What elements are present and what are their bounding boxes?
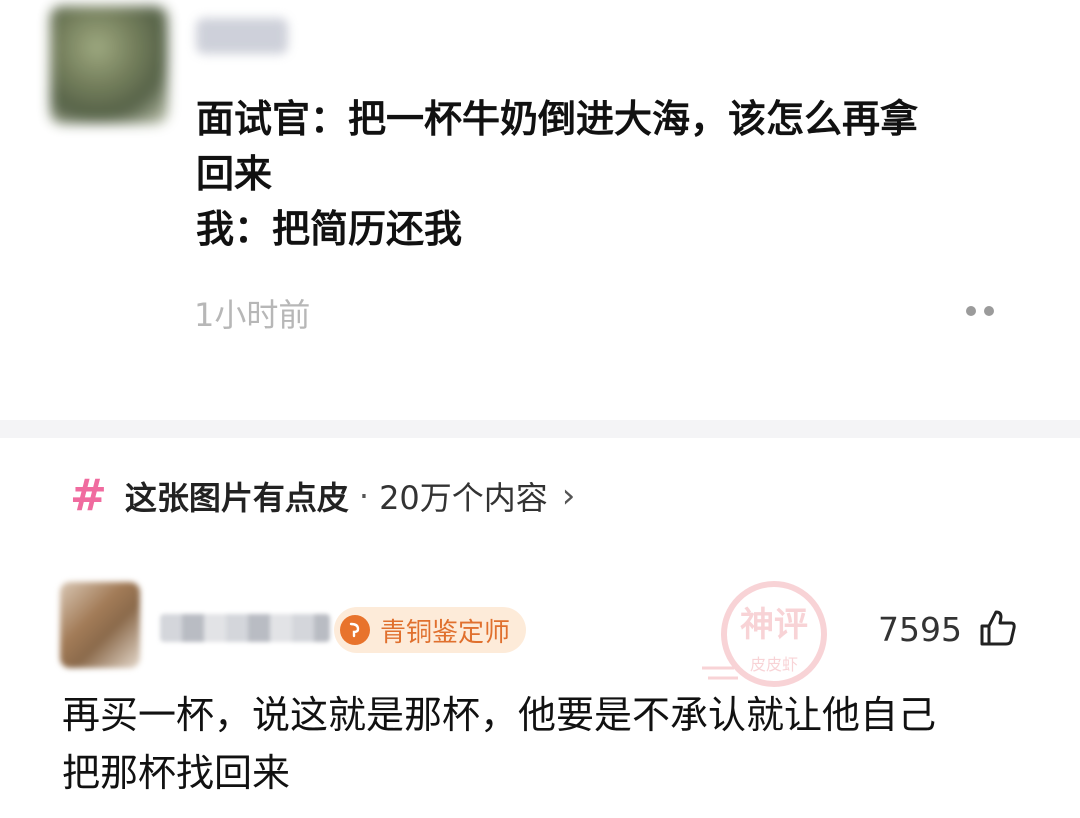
comment-line: 把那杯找回来: [62, 751, 291, 795]
topic-link[interactable]: # 这张图片有点皮 · 20万个内容 ›: [50, 466, 598, 526]
svg-text:神评: 神评: [740, 605, 808, 645]
topic-name: 这张图片有点皮: [124, 479, 349, 517]
comment-body: 再买一杯，说这就是那杯，他要是不承认就让他自己 把那杯找回来: [62, 686, 1052, 802]
svg-text:皮皮虾: 皮皮虾: [750, 655, 798, 674]
post-author-name-blurred[interactable]: [196, 18, 288, 54]
dot: [984, 306, 994, 316]
topic-separator: ·: [358, 477, 370, 515]
commenter-name-blurred[interactable]: [160, 614, 330, 642]
post-card: 面试官：把一杯牛奶倒进大海，该怎么再拿 回来 我：把简历还我 1小时前: [0, 0, 1080, 420]
rank-badge[interactable]: 青铜鉴定师: [334, 607, 527, 653]
section-divider: [0, 420, 1080, 438]
bronze-badge-icon: [340, 615, 370, 645]
thumbs-up-icon[interactable]: [976, 606, 1020, 650]
post-line: 回来: [196, 152, 273, 196]
post-body: 面试官：把一杯牛奶倒进大海，该怎么再拿 回来 我：把简历还我: [196, 92, 1046, 257]
post-author-avatar[interactable]: [50, 6, 168, 124]
commenter-avatar[interactable]: [60, 582, 140, 668]
post-line: 我：把简历还我: [196, 207, 463, 251]
post-line: 面试官：把一杯牛奶倒进大海，该怎么再拿: [196, 97, 919, 141]
more-dots-icon[interactable]: [960, 296, 1000, 326]
dot: [966, 306, 976, 316]
badge-label: 青铜鉴定师: [380, 617, 511, 648]
chevron-right-icon: ›: [561, 476, 576, 516]
stamp-watermark-icon: 神评 皮皮虾: [702, 581, 827, 687]
topic-count: 20万个内容: [379, 479, 548, 517]
hash-icon: #: [70, 470, 107, 521]
comment-line: 再买一杯，说这就是那杯，他要是不承认就让他自己: [62, 693, 937, 737]
post-timestamp: 1小时前: [194, 296, 311, 334]
like-count: 7595: [878, 610, 962, 649]
